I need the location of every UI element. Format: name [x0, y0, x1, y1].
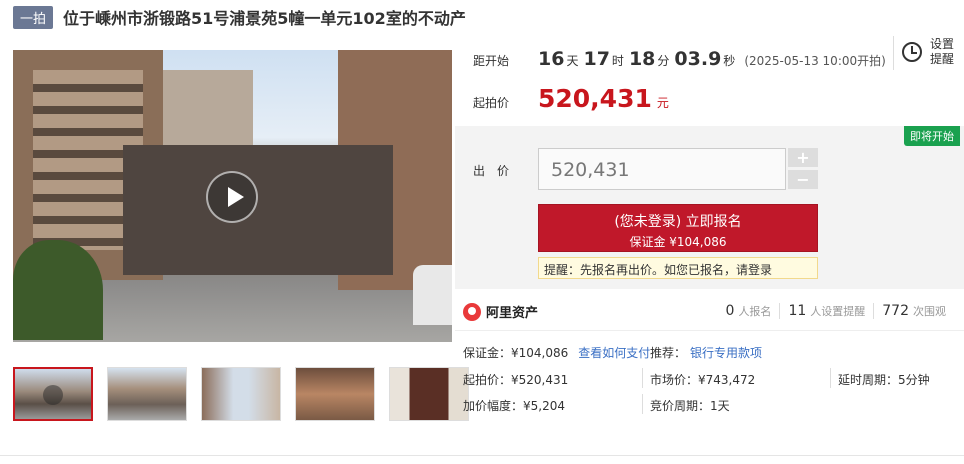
brand[interactable]: 阿里资产	[463, 302, 538, 321]
divider	[830, 368, 831, 388]
countdown-days: 16	[538, 48, 565, 70]
auction-stats: 0 人报名 11 人设置提醒 772 次围观	[718, 303, 954, 319]
stat-signups-count: 0	[725, 303, 735, 319]
signup-deposit-label: 保证金 ¥104,086	[629, 235, 727, 249]
main-property-video[interactable]	[13, 50, 452, 342]
bank-funds-link[interactable]: 银行专用款项	[690, 346, 762, 360]
tree	[13, 240, 103, 340]
how-to-pay-link[interactable]: 查看如何支付	[578, 346, 650, 360]
set-reminder-button[interactable]: 设置提醒	[893, 36, 961, 70]
recommend-info: 推荐： 银行专用款项	[650, 344, 762, 361]
countdown-minutes-unit: 分	[657, 54, 670, 68]
countdown-hours-unit: 时	[611, 54, 624, 68]
stat-views-label: 次围观	[913, 305, 946, 318]
bid-panel: 即将开始 出 价 520,431 + − (您未登录) 立即报名 保证金 ¥10…	[455, 126, 964, 289]
stat-reminders-count: 11	[788, 303, 807, 319]
play-icon[interactable]	[206, 171, 258, 223]
start-price-value: 520,431	[538, 84, 652, 113]
divider	[455, 330, 964, 331]
bottom-divider	[0, 455, 964, 456]
ali-assets-logo-icon	[463, 302, 481, 321]
divider	[642, 368, 643, 388]
thumbnail-play-icon	[43, 385, 63, 405]
countdown-seconds: 03.9	[674, 48, 722, 70]
thumbnail-5[interactable]	[389, 367, 469, 421]
auction-round-tag: 一拍	[13, 5, 54, 29]
status-badge: 即将开始	[904, 126, 960, 146]
stat-views-count: 772	[882, 303, 909, 319]
increase-bid-button[interactable]: +	[788, 148, 818, 167]
countdown-hours: 17	[583, 48, 610, 70]
detail-increment: 加价幅度：¥5,204	[463, 399, 565, 413]
start-price-row: 起拍价 520,431 元	[473, 84, 669, 113]
start-time-note: (2025-05-13 10:00开拍)	[744, 54, 886, 68]
alarm-clock-icon	[902, 42, 922, 62]
parked-car	[413, 265, 452, 325]
bid-label: 出 价	[473, 164, 510, 178]
detail-market-price: 市场价：¥743,472	[650, 373, 756, 387]
stat-reminders: 11 人设置提醒	[779, 303, 873, 319]
brand-name: 阿里资产	[486, 306, 539, 321]
start-price-label: 起拍价	[473, 96, 510, 110]
deposit-text: 保证金：¥104,086	[463, 346, 569, 360]
thumbnail-strip	[13, 367, 469, 421]
detail-bid-cycle: 竞价周期：1天	[650, 399, 730, 413]
countdown: 距开始 16 天 17 时 18 分 03.9 秒 (2025-05-13 10…	[473, 48, 886, 70]
signup-button[interactable]: (您未登录) 立即报名 保证金 ¥104,086	[538, 204, 818, 252]
thumbnail-1[interactable]	[13, 367, 93, 421]
recommend-label: 推荐：	[650, 346, 687, 360]
countdown-minutes: 18	[628, 48, 656, 70]
thumbnail-3[interactable]	[201, 367, 281, 421]
bid-amount-input[interactable]: 520,431	[538, 148, 786, 190]
gatehouse	[123, 145, 393, 275]
thumbnail-4[interactable]	[295, 367, 375, 421]
login-hint: 提醒：先报名再出价。如您已报名，请登录	[538, 257, 818, 279]
start-price-unit: 元	[656, 96, 669, 110]
countdown-label: 距开始	[473, 54, 510, 68]
thumbnail-2[interactable]	[107, 367, 187, 421]
page-title: 位于嵊州市浙锻路51号浦景苑5幢一单元102室的不动产	[63, 9, 466, 28]
set-reminder-label: 设置提醒	[930, 37, 955, 66]
stat-views: 772 次围观	[873, 303, 954, 319]
stat-reminders-label: 人设置提醒	[810, 305, 866, 318]
detail-start-price: 起拍价：¥520,431	[463, 373, 569, 387]
stat-signups: 0 人报名	[718, 303, 780, 319]
stat-signups-label: 人报名	[738, 305, 772, 318]
decrease-bid-button[interactable]: −	[788, 170, 818, 189]
signup-button-label: (您未登录) 立即报名	[614, 214, 742, 230]
countdown-days-unit: 天	[566, 54, 579, 68]
deposit-info: 保证金：¥104,086 查看如何支付	[463, 344, 650, 361]
title-row: 一拍 位于嵊州市浙锻路51号浦景苑5幢一单元102室的不动产	[13, 5, 466, 29]
detail-delay-period: 延时周期：5分钟	[838, 373, 930, 387]
countdown-seconds-unit: 秒	[723, 54, 736, 68]
divider	[642, 394, 643, 414]
